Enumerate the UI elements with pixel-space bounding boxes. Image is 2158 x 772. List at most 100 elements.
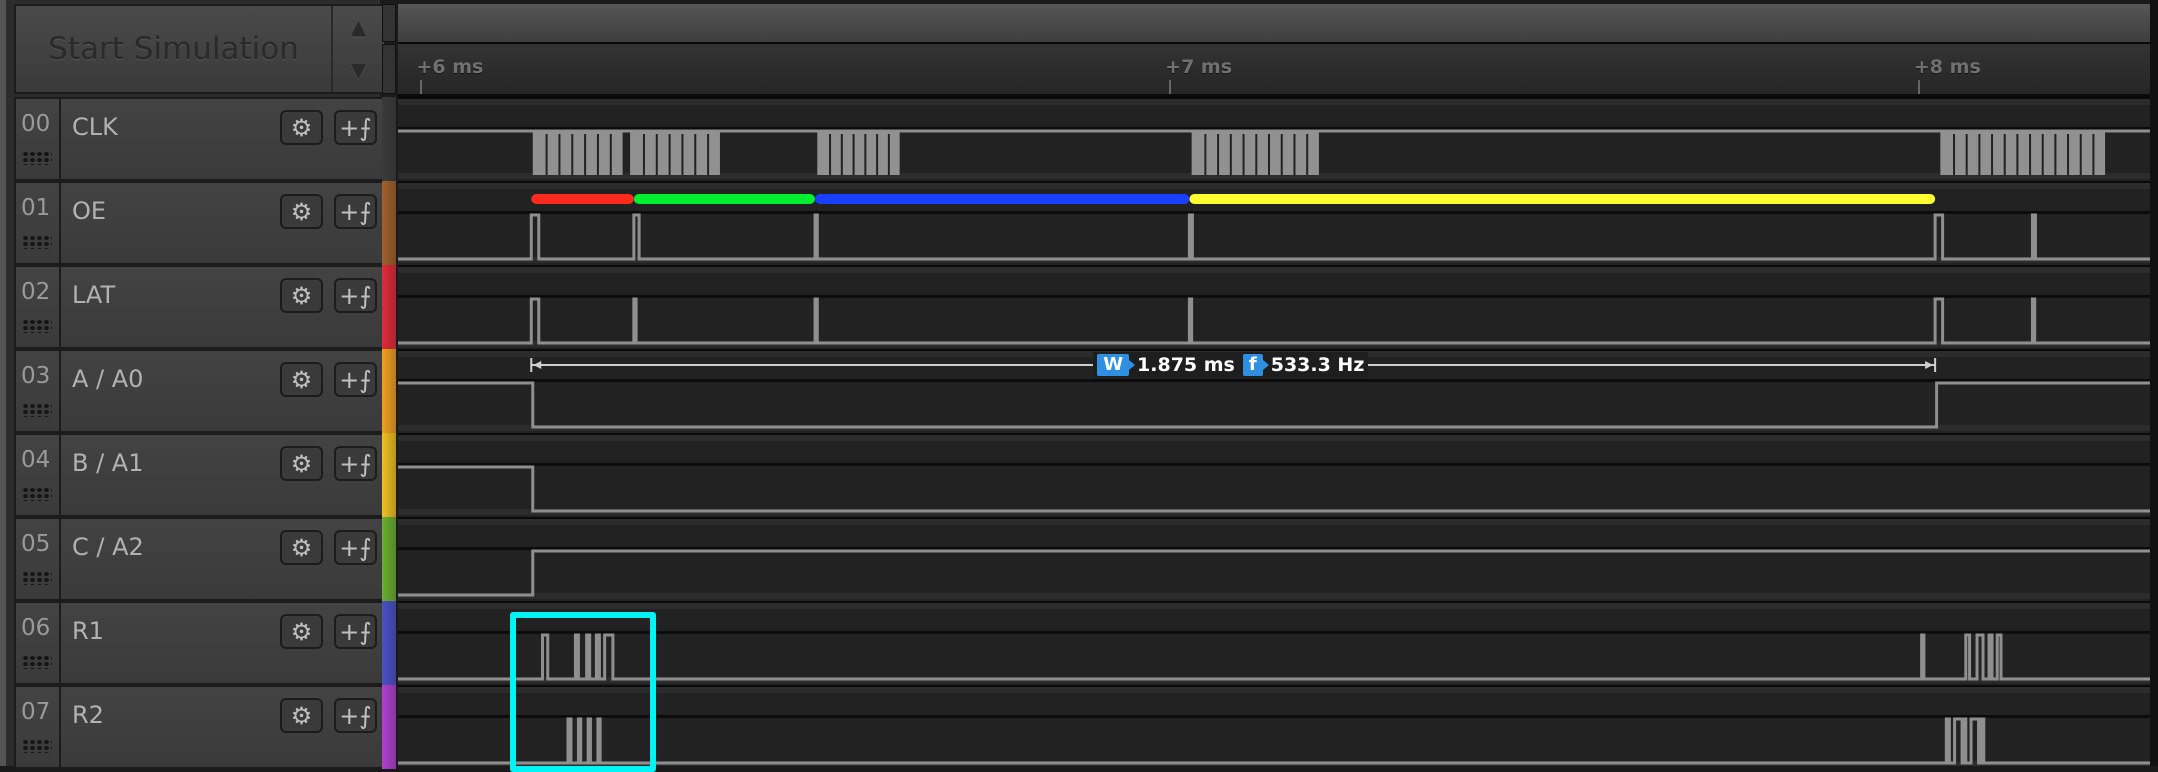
gear-icon[interactable]: ⚙ [280,614,323,649]
spin-up-icon[interactable]: ▲ [333,6,384,49]
lane-annotation-area [398,183,2150,189]
drag-grip-icon[interactable] [22,487,52,501]
channel-number-text: 04 [21,447,51,473]
gear-icon[interactable]: ⚙ [280,446,323,481]
channel-row[interactable]: 07 R2 ⚙ +⨍ [14,685,386,769]
header-strip [382,4,396,42]
lane-annotation-divider [398,295,2150,298]
trigger-icon[interactable]: +⨍ [334,698,377,733]
lane-background [398,685,2150,766]
oe-annotation-segment [1189,194,1936,204]
lane-bottom-edge [398,593,2150,599]
spin-down-icon[interactable]: ▼ [333,49,384,92]
clk-edge [1242,134,1245,175]
lane-divider [398,181,2150,183]
channel-color-strip [382,601,396,685]
clk-edge [668,134,671,175]
simulation-bar: Start Simulation ▲ ▼ [14,4,386,94]
channel-row[interactable]: 06 R1 ⚙ +⨍ [14,601,386,685]
channel-row[interactable]: 02 LAT ⚙ +⨍ [14,265,386,349]
highlight-box [510,612,656,772]
lane-background [398,517,2150,601]
clk-edge [681,134,684,175]
frequency-value: 533.3 Hz [1270,354,1365,376]
lane-background [398,181,2150,265]
channel-number: 01 [16,183,61,263]
gear-icon[interactable]: ⚙ [280,362,323,397]
start-simulation-button[interactable]: Start Simulation [16,6,333,92]
drag-grip-icon[interactable] [22,319,52,333]
channel-name[interactable]: R1 [72,617,104,645]
gear-icon[interactable]: ⚙ [280,110,323,145]
lane-divider [398,349,2150,351]
channel-number: 04 [16,435,61,515]
trigger-icon[interactable]: +⨍ [334,530,377,565]
clk-edge [2067,134,2070,175]
channel-name[interactable]: C / A2 [72,533,144,561]
trigger-icon[interactable]: +⨍ [334,278,377,313]
lane-annotation-area [398,519,2150,525]
clk-edge [1991,134,1994,175]
channel-name[interactable]: CLK [72,113,118,141]
drag-grip-icon[interactable] [22,235,52,249]
clk-edge [1280,134,1283,175]
gear-icon[interactable]: ⚙ [280,194,323,229]
channel-number-text: 07 [21,699,51,725]
panel-resize-handle[interactable] [382,44,396,94]
channel-number: 02 [16,267,61,347]
clk-edge [609,134,612,175]
oe-annotation-segment [633,194,816,204]
gear-icon[interactable]: ⚙ [280,698,323,733]
channel-number: 07 [16,687,61,767]
channel-row[interactable]: 04 B / A1 ⚙ +⨍ [14,433,386,517]
channel-name[interactable]: LAT [72,281,115,309]
frequency-badge-icon: f [1242,354,1269,376]
channel-row[interactable]: 03 A / A0 ⚙ +⨍ [14,349,386,433]
lane-background [398,601,2150,685]
channel-name[interactable]: OE [72,197,106,225]
clk-edge [852,134,855,175]
lane-annotation-divider [398,631,2150,634]
channel-number-text: 06 [21,615,51,641]
channel-row[interactable]: 00 CLK ⚙ +⨍ [14,97,386,181]
channel-color-strip [382,433,396,517]
channel-name[interactable]: A / A0 [72,365,143,393]
clk-edge [864,134,867,175]
simulation-spinner: ▲ ▼ [333,6,384,92]
trigger-icon[interactable]: +⨍ [334,110,377,145]
channel-number-text: 00 [21,111,51,137]
clk-edge [1217,134,1220,175]
clk-edge [545,134,548,175]
channel-row[interactable]: 05 C / A2 ⚙ +⨍ [14,517,386,601]
clk-edge [1204,134,1207,175]
trigger-icon[interactable]: +⨍ [334,446,377,481]
lane-annotation-divider [398,715,2150,718]
channel-row[interactable]: 01 OE ⚙ +⨍ [14,181,386,265]
channel-name[interactable]: R2 [72,701,104,729]
width-value: 1.875 ms [1137,354,1235,376]
drag-grip-icon[interactable] [22,655,52,669]
clk-edge [876,134,879,175]
clk-edge [840,134,843,175]
drag-grip-icon[interactable] [22,403,52,417]
window-edge [2150,0,2158,766]
channel-color-strip [382,685,396,769]
trigger-icon[interactable]: +⨍ [334,614,377,649]
drag-grip-icon[interactable] [22,151,52,165]
lane-divider [398,601,2150,603]
oe-annotation-segment [815,194,1190,204]
clk-edge [642,134,645,175]
waveform-canvas[interactable] [398,0,2150,766]
measurement-label: W 1.875 ms f 533.3 Hz [1093,352,1369,378]
trigger-icon[interactable]: +⨍ [334,362,377,397]
gear-icon[interactable]: ⚙ [280,530,323,565]
trigger-icon[interactable]: +⨍ [334,194,377,229]
clk-edge [1978,134,1981,175]
clk-edge [2092,134,2095,175]
channel-number-text: 03 [21,363,51,389]
drag-grip-icon[interactable] [22,571,52,585]
lane-background [398,265,2150,349]
gear-icon[interactable]: ⚙ [280,278,323,313]
drag-grip-icon[interactable] [22,739,52,753]
channel-name[interactable]: B / A1 [72,449,144,477]
